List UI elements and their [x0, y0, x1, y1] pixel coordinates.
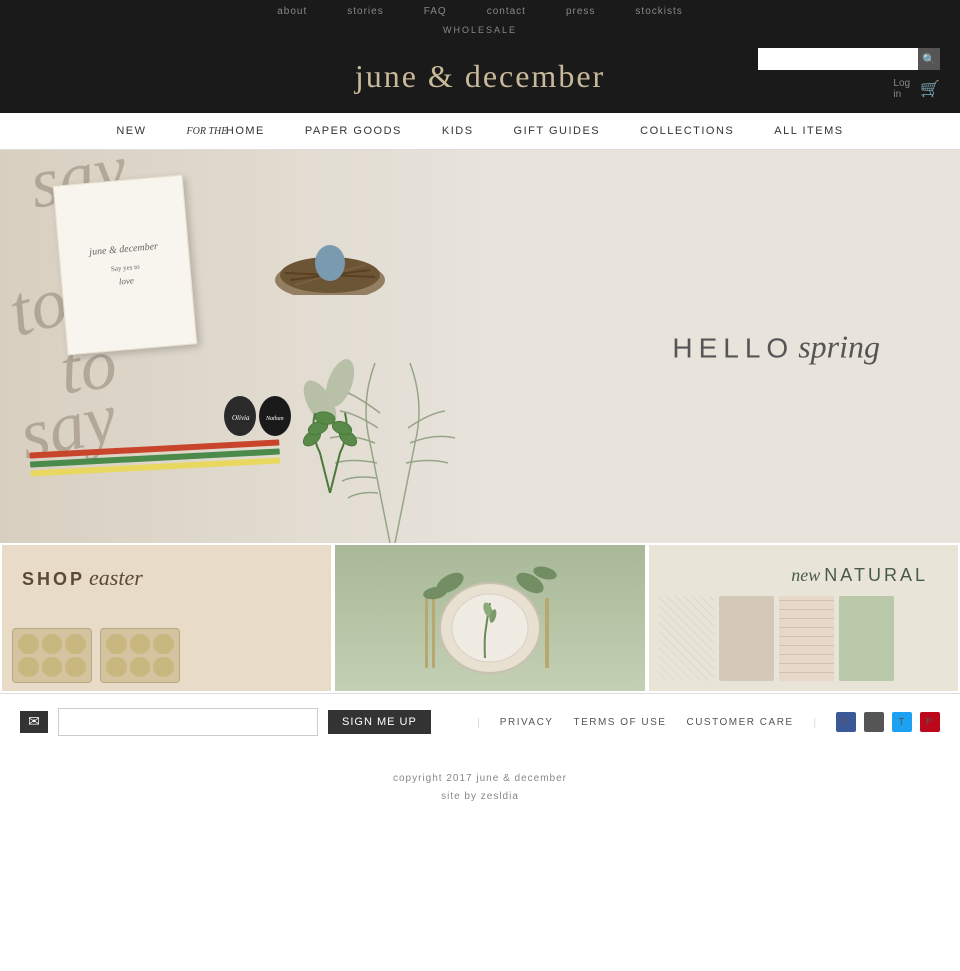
table-svg — [390, 548, 590, 688]
top-nav-about[interactable]: about — [277, 6, 307, 17]
shop-label: SHOP — [22, 569, 85, 589]
fabric-swatches — [659, 596, 948, 681]
decorated-eggs: Olivia Nathan — [220, 388, 300, 443]
footer-divider-2: | — [814, 715, 816, 730]
site-by-text: site by zesldia — [20, 788, 940, 806]
herbs-decoration — [290, 393, 370, 493]
wholesale-link[interactable]: wholesale — [443, 25, 517, 35]
footer-divider-1: | — [477, 715, 479, 730]
wholesale-bar: wholesale — [0, 22, 960, 38]
top-nav-press[interactable]: press — [566, 6, 595, 17]
svg-text:Nathan: Nathan — [265, 416, 284, 422]
site-title[interactable]: june & december — [355, 58, 605, 95]
facebook-icon[interactable]: f — [836, 712, 856, 732]
new-natural-text: new NATURAL — [791, 565, 928, 586]
nav-home[interactable]: for the HOME — [167, 121, 285, 141]
copyright-text: copyright 2017 june & december — [20, 770, 940, 788]
svg-text:Olivia: Olivia — [232, 414, 250, 422]
header: 🔍 june & december Login 🛒 — [0, 38, 960, 113]
top-nav-faq[interactable]: FAQ — [424, 6, 447, 17]
top-nav-contact[interactable]: contact — [487, 6, 526, 17]
hero-hello-text: HELLO — [672, 332, 794, 363]
twitter-icon[interactable]: t — [892, 712, 912, 732]
sign-me-up-button[interactable]: SIGN ME UP — [328, 710, 431, 734]
table-setting-promo[interactable] — [333, 543, 646, 693]
main-nav: NEW for the HOME PAPER GOODS KIDS GIFT G… — [0, 113, 960, 150]
shop-easter-text: SHOP easter — [22, 565, 143, 591]
top-nav-stories[interactable]: stories — [347, 6, 383, 17]
easter-label: easter — [89, 565, 143, 590]
hero-banner[interactable]: say yes to to say Olivia — [0, 150, 960, 543]
newsletter-email-input[interactable] — [58, 708, 318, 736]
nav-new[interactable]: NEW — [96, 121, 166, 141]
login-link[interactable]: Login — [893, 78, 910, 100]
account-area: Login 🛒 — [893, 78, 940, 100]
footer-privacy-link[interactable]: PRIVACY — [500, 717, 554, 728]
top-nav-stockists[interactable]: stockists — [635, 6, 682, 17]
promo-grid: SHOP easter — [0, 543, 960, 693]
cart-icon[interactable]: 🛒 — [920, 79, 940, 99]
search-container: 🔍 — [758, 48, 940, 70]
search-button[interactable]: 🔍 — [918, 48, 940, 70]
table-setting-image — [335, 545, 644, 691]
hero-spring-text: spring — [798, 328, 880, 364]
footer-terms-link[interactable]: TERMS OF USE — [573, 717, 666, 728]
nav-gift-guides[interactable]: GIFT GUIDES — [494, 121, 621, 141]
natural-label: NATURAL — [824, 565, 928, 585]
hero-left-art: say yes to to say Olivia — [0, 150, 500, 543]
footer-links: | PRIVACY TERMS OF USE CUSTOMER CARE | f… — [477, 712, 940, 732]
footer-copyright: copyright 2017 june & december site by z… — [0, 750, 960, 826]
nav-kids[interactable]: KIDS — [422, 121, 494, 141]
nav-collections[interactable]: COLLECTIONS — [620, 121, 754, 141]
pinterest-icon[interactable]: p — [920, 712, 940, 732]
email-icon: ✉ — [20, 711, 48, 733]
invitation-card: june & december Say yes to love — [53, 175, 197, 356]
instagram-icon[interactable]: ◎ — [864, 712, 884, 732]
hero-text: HELLO spring — [672, 328, 880, 365]
egg-cartons — [12, 628, 180, 683]
social-icons: f ◎ t p — [836, 712, 940, 732]
nav-paper-goods[interactable]: PAPER GOODS — [285, 121, 422, 141]
footer-customer-care-link[interactable]: CUSTOMER CARE — [686, 717, 793, 728]
bird-nest — [270, 205, 390, 295]
nav-all-items[interactable]: ALL ITEMS — [754, 121, 863, 141]
new-label: new — [791, 565, 820, 585]
footer-newsletter: ✉ SIGN ME UP | PRIVACY TERMS OF USE CUST… — [0, 693, 960, 750]
top-bar: about stories FAQ contact press stockist… — [0, 0, 960, 22]
new-natural-promo[interactable]: new NATURAL — [647, 543, 960, 693]
search-input[interactable] — [758, 48, 918, 70]
shop-easter-promo[interactable]: SHOP easter — [0, 543, 333, 693]
